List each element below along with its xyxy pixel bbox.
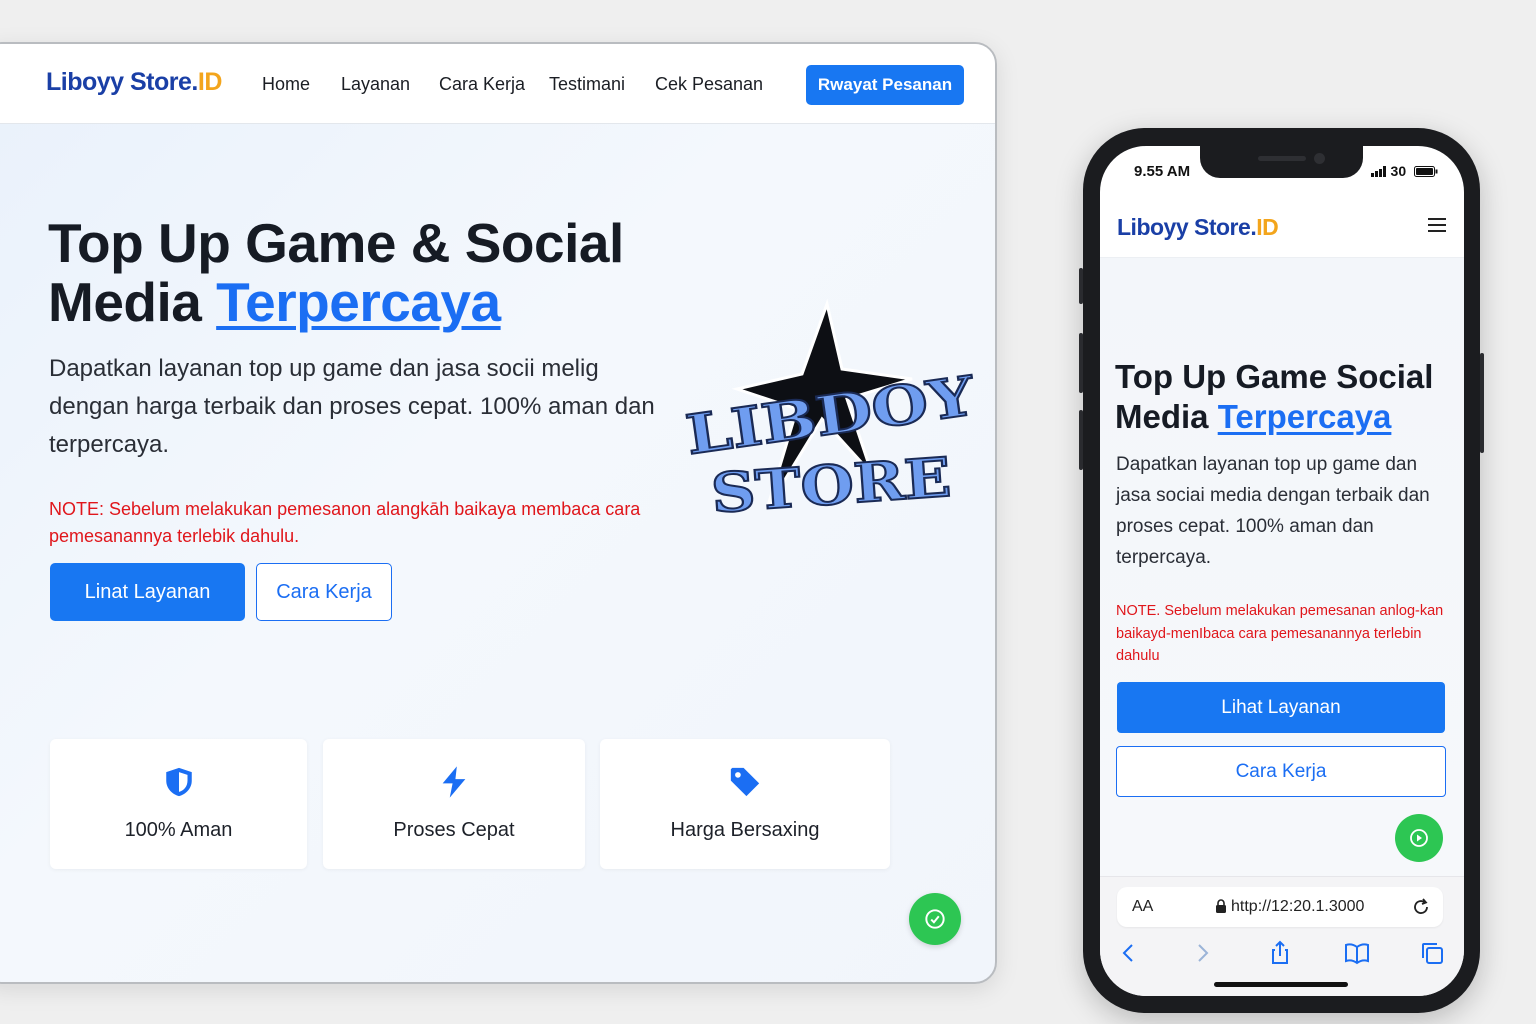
order-note: NOTE. Sebelum melakukan pemesanan anlog-… xyxy=(1116,603,1444,664)
nav-cara-kerja[interactable]: Cara Kerja xyxy=(439,74,525,95)
feature-card-aman: 100% Aman xyxy=(50,739,307,869)
phone-screen: 9.55 AM 30 Liboyy Store.ID Top Up Game S… xyxy=(1100,146,1464,996)
phone-mute-button xyxy=(1079,268,1083,304)
battery-icon xyxy=(1414,166,1438,177)
hero-title: Top Up Game & Social Media Terpercaya xyxy=(48,212,624,333)
url-text: http://12:20.1.3000 xyxy=(1231,898,1365,915)
reader-aa-button[interactable]: AA xyxy=(1132,898,1153,916)
hero-title-accent: Terpercaya xyxy=(1217,398,1392,435)
order-note: NOTE: Sebelum melakukan pemesanon alangk… xyxy=(49,499,641,546)
price-tag-icon xyxy=(730,767,760,797)
phone-power-button xyxy=(1480,353,1484,453)
site-logo[interactable]: Liboyy Store.ID xyxy=(1117,214,1279,241)
hero-title-accent: Terpercaya xyxy=(216,271,501,333)
home-indicator xyxy=(1214,982,1348,987)
lihat-layanan-button[interactable]: Linat Layanan xyxy=(50,563,245,621)
liboyy-store-art-logo: LIBDOY STORE xyxy=(682,298,981,526)
safari-toolbar: AA http://12:20.1.3000 xyxy=(1100,876,1464,996)
shield-icon xyxy=(165,767,192,797)
front-camera xyxy=(1314,153,1325,164)
nav-cek-pesanan[interactable]: Cek Pesanan xyxy=(655,74,763,95)
cara-kerja-button[interactable]: Cara Kerja xyxy=(1116,746,1446,797)
reload-icon[interactable] xyxy=(1411,897,1431,917)
bookmarks-icon[interactable] xyxy=(1343,939,1371,967)
address-bar[interactable]: AA http://12:20.1.3000 xyxy=(1117,887,1443,927)
back-icon[interactable] xyxy=(1114,939,1142,967)
riwayat-pesanan-button[interactable]: Rwayat Pesanan xyxy=(806,65,964,105)
feature-label: Harga Bersaxing xyxy=(670,819,820,841)
feature-card-harga: Harga Bersaxing xyxy=(600,739,890,869)
lihat-layanan-button[interactable]: Lihat Layanan xyxy=(1117,682,1445,733)
cara-kerja-button[interactable]: Cara Kerja xyxy=(256,563,392,621)
whatsapp-button[interactable] xyxy=(909,893,961,945)
status-time: 9.55 AM xyxy=(1134,163,1191,180)
nav-layanan[interactable]: Layanan xyxy=(341,74,410,95)
whatsapp-icon xyxy=(925,909,945,929)
status-indicators: 30 xyxy=(1370,163,1438,179)
hero-subtitle: Dapatkan layanan top up game dan jasa so… xyxy=(49,355,655,458)
whatsapp-icon xyxy=(1410,829,1428,847)
lightning-icon xyxy=(442,766,466,798)
feature-card-cepat: Proses Cepat xyxy=(323,739,585,869)
nav-home[interactable]: Home xyxy=(262,74,310,95)
phone-navbar: Liboyy Store.ID xyxy=(1100,200,1464,258)
nav-testimoni[interactable]: Testimani xyxy=(549,74,625,95)
desktop-browser-window: Liboyy Store.ID Home Layanan Cara Kerja … xyxy=(0,42,997,984)
forward-icon[interactable] xyxy=(1189,939,1217,967)
lock-icon xyxy=(1216,899,1226,913)
phone-notch xyxy=(1200,146,1363,178)
hero-subtitle: Dapatkan layanan top up game dan jasa so… xyxy=(1116,454,1430,568)
tabs-icon[interactable] xyxy=(1418,939,1446,967)
hero-title: Top Up Game Social Media Terpercaya xyxy=(1115,358,1434,435)
status-signal-text: 30 xyxy=(1390,163,1407,179)
phone-volume-up-button xyxy=(1079,333,1083,393)
hamburger-menu-icon[interactable] xyxy=(1426,214,1448,236)
desktop-navbar: Liboyy Store.ID Home Layanan Cara Kerja … xyxy=(0,44,995,124)
feature-label: Proses Cepat xyxy=(393,819,515,841)
site-logo[interactable]: Liboyy Store.ID xyxy=(46,68,222,97)
signal-icon xyxy=(1370,166,1386,177)
speaker-grille xyxy=(1258,156,1306,161)
whatsapp-button[interactable] xyxy=(1395,814,1443,862)
share-icon[interactable] xyxy=(1266,939,1294,967)
phone-volume-down-button xyxy=(1079,410,1083,470)
feature-label: 100% Aman xyxy=(124,819,233,841)
